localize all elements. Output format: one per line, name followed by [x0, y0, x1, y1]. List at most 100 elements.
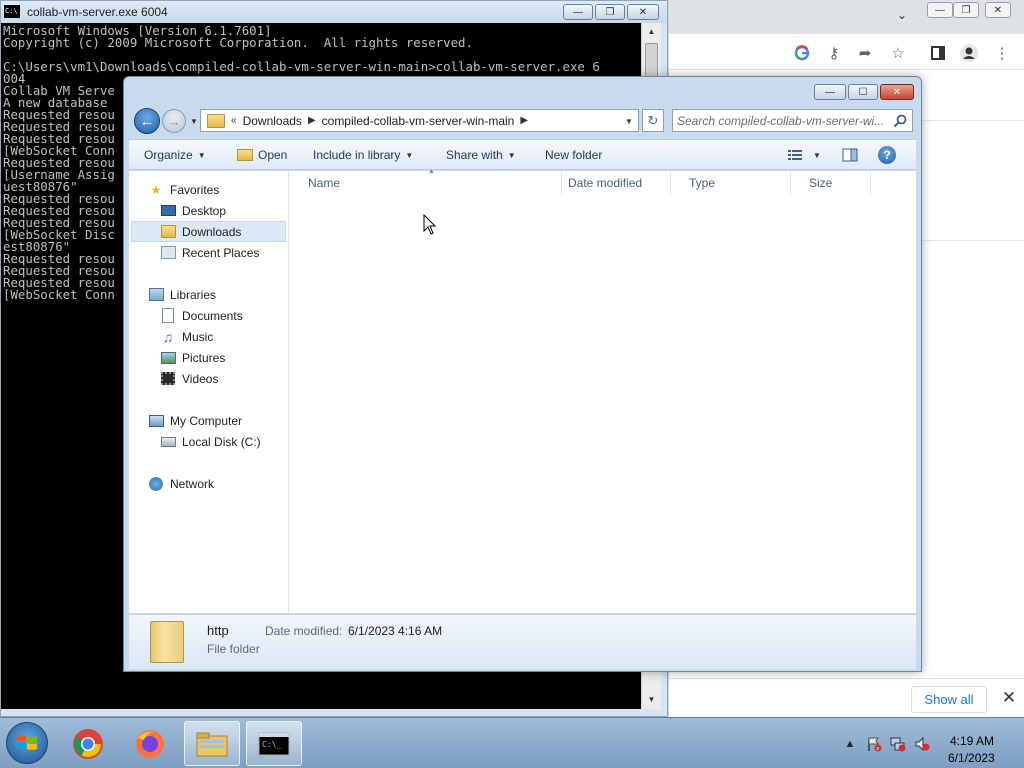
show-hidden-icons-arrow-icon[interactable]: ▲ — [842, 736, 858, 752]
taskbar: C:\_ ▲ x 4:19 AM 6/1/2023 — [0, 717, 1024, 768]
nav-item-libraries[interactable]: Libraries — [148, 284, 216, 305]
scroll-up-arrow-icon[interactable]: ▲ — [642, 23, 661, 40]
start-button[interactable] — [6, 722, 48, 764]
scroll-down-arrow-icon[interactable]: ▼ — [642, 691, 661, 708]
nav-item-my-computer[interactable]: My Computer — [148, 410, 242, 431]
nav-item-label: Pictures — [182, 350, 226, 365]
explorer-maximize-button[interactable]: ☐ — [848, 84, 878, 100]
column-header-label: Type — [689, 176, 716, 190]
console-titlebar[interactable]: C:\ collab-vm-server.exe 6004 — ❐ ✕ — [1, 1, 667, 23]
music-note-icon: ♫ — [162, 328, 174, 345]
console-title: collab-vm-server.exe 6004 — [27, 5, 168, 19]
explorer-window: — ☐ ✕ ← → ▼ « Downloads ▶ compiled-colla… — [123, 76, 922, 672]
key-icon[interactable]: ⚷ — [824, 43, 844, 63]
bookmark-star-icon[interactable]: ☆ — [888, 43, 908, 63]
chrome-close-button[interactable]: ✕ — [985, 2, 1011, 18]
taskbar-explorer[interactable] — [184, 721, 240, 766]
nav-item-downloads[interactable]: Downloads — [131, 221, 286, 242]
network-status-icon[interactable] — [890, 736, 906, 752]
chrome-restore-button[interactable]: ❐ — [953, 2, 979, 18]
nav-item-label: Local Disk (C:) — [182, 434, 261, 449]
nav-item-music[interactable]: ♫ Music — [160, 326, 214, 347]
forward-button[interactable]: → — [162, 109, 186, 133]
include-in-library-menu[interactable]: Include in library ▼ — [313, 140, 413, 170]
nav-item-label: Downloads — [182, 224, 242, 239]
explorer-close-button[interactable]: ✕ — [880, 84, 914, 100]
console-close-button[interactable]: ✕ — [627, 4, 659, 20]
nav-item-label: Videos — [182, 371, 219, 386]
selected-item-type: File folder — [207, 642, 260, 656]
explorer-minimize-button[interactable]: — — [814, 84, 846, 100]
change-view-button[interactable]: ▼ — [787, 140, 821, 170]
include-in-library-label: Include in library — [313, 148, 401, 162]
nav-item-label: Libraries — [170, 287, 217, 302]
nav-item-network[interactable]: Network — [148, 473, 214, 494]
organize-menu[interactable]: Organize ▼ — [144, 140, 206, 170]
sort-ascending-icon: ▲ — [428, 168, 435, 175]
search-input[interactable] — [677, 113, 889, 129]
pictures-icon — [160, 351, 176, 364]
breadcrumb-separator-icon[interactable]: ▶ — [308, 115, 316, 126]
new-folder-button[interactable]: New folder — [545, 140, 602, 170]
open-label: Open — [258, 148, 288, 162]
chrome-minimize-button[interactable]: — — [927, 2, 953, 18]
console-line: Copyright (c) 2009 Microsoft Corporation… — [3, 35, 473, 50]
breadcrumb-separator-icon[interactable]: ▶ — [520, 115, 528, 126]
side-panel-icon[interactable] — [928, 43, 948, 63]
share-icon[interactable]: ➦ — [855, 43, 875, 63]
taskbar-firefox[interactable] — [122, 721, 178, 766]
refresh-button[interactable]: ↻ — [642, 109, 664, 132]
chrome-download-bar: Show all ✕ — [669, 678, 1024, 717]
share-with-menu[interactable]: Share with ▼ — [446, 140, 516, 170]
nav-item-favorites[interactable]: ★ Favorites — [148, 179, 220, 200]
open-button[interactable]: Open — [237, 140, 287, 170]
taskbar-console[interactable]: C:\_ — [246, 721, 302, 766]
nav-item-recent-places[interactable]: Recent Places — [160, 242, 259, 263]
breadcrumb-overflow-icon[interactable]: « — [231, 115, 237, 126]
column-header-label: Date modified — [568, 176, 643, 190]
console-minimize-button[interactable]: — — [563, 4, 593, 20]
open-folder-icon — [237, 149, 253, 161]
new-folder-label: New folder — [545, 148, 603, 162]
back-button[interactable]: ← — [134, 108, 160, 134]
console-restore-button[interactable]: ❐ — [595, 4, 625, 20]
close-icon[interactable]: ✕ — [999, 688, 1019, 708]
mouse-pointer-icon — [423, 214, 437, 235]
column-header-type[interactable]: Type — [671, 171, 791, 195]
nav-item-videos[interactable]: Videos — [160, 368, 218, 389]
breadcrumb-current-folder[interactable]: compiled-collab-vm-server-win-main — [322, 114, 515, 128]
nav-item-documents[interactable]: Documents — [160, 305, 243, 326]
show-all-button[interactable]: Show all — [911, 686, 987, 713]
action-center-flag-icon[interactable]: x — [866, 736, 882, 752]
volume-muted-icon[interactable] — [914, 736, 930, 752]
profile-avatar-icon[interactable] — [959, 43, 979, 63]
column-header-name[interactable]: Name ▲ — [290, 168, 562, 195]
column-header-size[interactable]: Size — [791, 171, 871, 195]
google-icon[interactable] — [792, 43, 812, 63]
chevron-down-icon: ▼ — [197, 150, 206, 160]
nav-item-pictures[interactable]: Pictures — [160, 347, 225, 368]
clock-time[interactable]: 4:19 AM — [950, 734, 994, 748]
nav-item-label: Documents — [182, 308, 243, 323]
nav-item-local-disk[interactable]: Local Disk (C:) — [160, 431, 261, 452]
preview-pane-button[interactable] — [842, 140, 858, 170]
nav-item-desktop[interactable]: Desktop — [160, 200, 226, 221]
console-app-icon: C:\ — [4, 5, 20, 18]
explorer-titlebar[interactable]: — ☐ ✕ — [124, 77, 921, 107]
search-box — [672, 109, 913, 132]
menu-kebab-icon[interactable]: ⋮ — [992, 43, 1012, 63]
taskbar-chrome[interactable] — [60, 721, 116, 766]
file-list[interactable]: Name ▲ Date modified Type Size — [290, 168, 916, 613]
address-history-dropdown-icon[interactable]: ▼ — [622, 113, 636, 129]
svg-text:x: x — [876, 746, 879, 752]
search-icon[interactable] — [892, 113, 908, 129]
clock-date[interactable]: 6/1/2023 — [948, 751, 995, 765]
address-bar[interactable]: « Downloads ▶ compiled-collab-vm-server-… — [200, 109, 639, 132]
console-line: C:\Users\vm1\Downloads\compiled-collab-v… — [3, 59, 600, 74]
share-with-label: Share with — [446, 148, 503, 162]
help-button[interactable]: ? — [878, 140, 896, 170]
column-header-date-modified[interactable]: Date modified — [550, 171, 671, 195]
breadcrumb-downloads[interactable]: Downloads — [243, 114, 302, 128]
recent-pages-dropdown-icon[interactable]: ▼ — [189, 113, 199, 129]
chrome-tab-search-icon[interactable]: ⌄ — [897, 8, 907, 22]
